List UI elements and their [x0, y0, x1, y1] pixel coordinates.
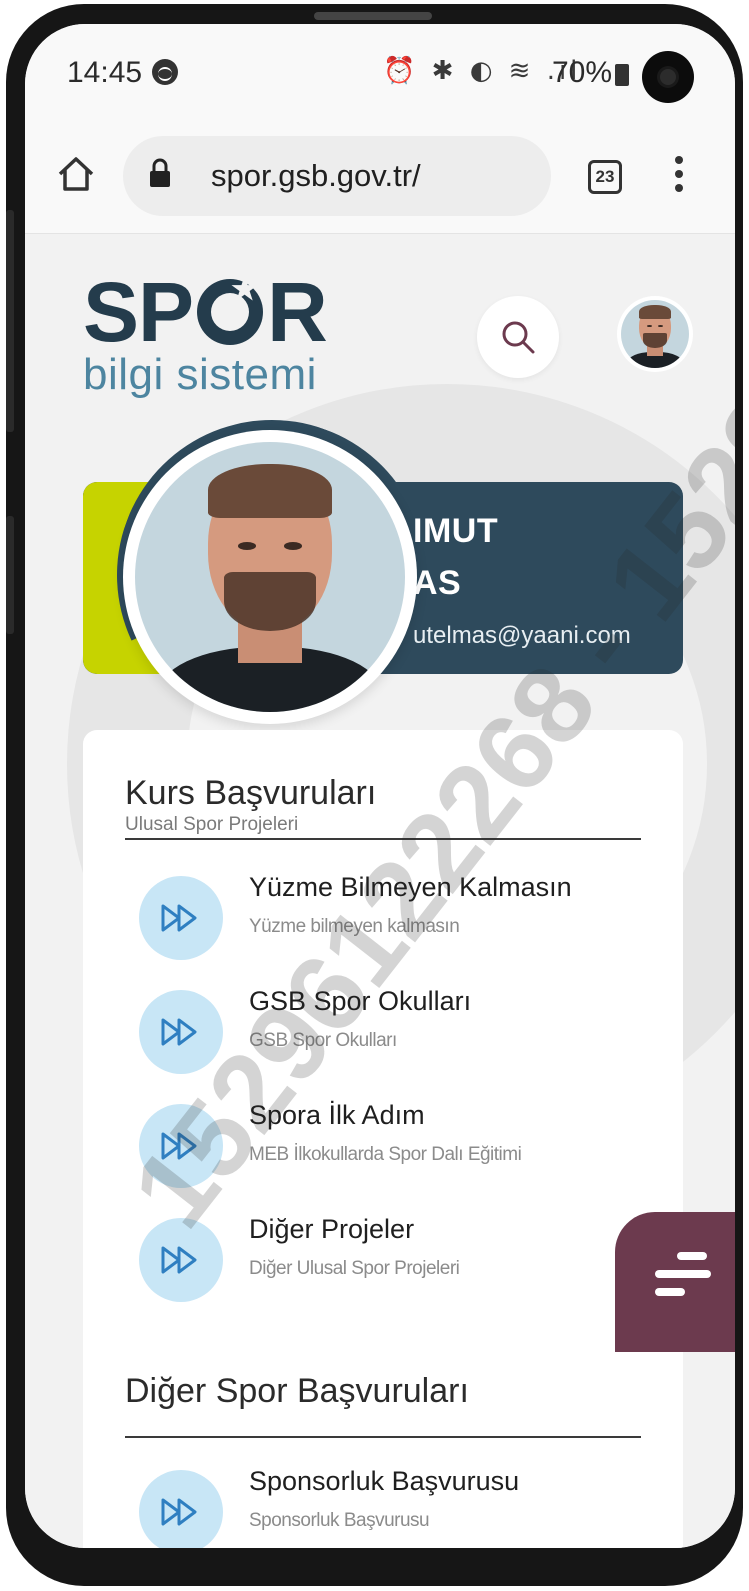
more-vert-icon[interactable] [675, 156, 685, 196]
battery-icon [615, 64, 629, 86]
section-title: Diğer Spor Başvuruları [125, 1372, 469, 1410]
avatar-photo [621, 300, 689, 368]
list-item-description: Yüzme bilmeyen kalmasın [249, 916, 460, 937]
logo[interactable]: SPR [83, 270, 328, 354]
camera-cutout [642, 51, 694, 103]
profile-photo[interactable] [123, 430, 417, 724]
section-subtitle: Ulusal Spor Projeleri [125, 814, 299, 835]
applications-panel: Kurs Başvuruları Ulusal Spor Projeleri Y… [83, 730, 683, 1548]
phone-side-button [6, 210, 14, 432]
browser-toolbar: spor.gsb.gov.tr/ 23 [25, 122, 735, 234]
list-item[interactable]: GSB Spor Okulları GSB Spor Okulları [139, 986, 659, 1078]
fast-forward-icon [139, 1470, 223, 1548]
fast-forward-icon [139, 876, 223, 960]
fast-forward-icon [139, 1104, 223, 1188]
fast-forward-icon [139, 1218, 223, 1302]
list-item[interactable]: Yüzme Bilmeyen Kalmasın Yüzme bilmeyen k… [139, 872, 659, 964]
logo-text-left: SP [83, 265, 194, 359]
status-time: 14:45 [67, 56, 143, 89]
list-item-description: Sponsorluk Başvurusu [249, 1510, 430, 1531]
section-divider [125, 838, 641, 840]
screen: 14:45 ⏰ ✱ ◐ ≋ .ıl 70% spor.gsb.gov.tr/ 2… [25, 24, 735, 1548]
search-button[interactable] [477, 296, 559, 378]
list-item[interactable]: Spora İlk Adım MEB İlkokullarda Spor Dal… [139, 1100, 659, 1192]
section-title: Kurs Başvuruları [125, 774, 377, 812]
menu-lines-icon [655, 1288, 685, 1296]
list-item-description: Diğer Ulusal Spor Projeleri [249, 1258, 460, 1279]
profile-name: IMUT [413, 512, 499, 550]
phone-side-button [6, 516, 14, 634]
list-item-description: GSB Spor Okulları [249, 1030, 397, 1051]
status-bar: 14:45 ⏰ ✱ ◐ ≋ .ıl 70% [25, 24, 735, 122]
menu-lines-icon [655, 1270, 711, 1278]
search-icon [502, 321, 535, 354]
list-item-title: Sponsorluk Başvurusu [249, 1466, 520, 1496]
list-item-title: Spora İlk Adım [249, 1100, 425, 1130]
menu-lines-icon [677, 1252, 707, 1260]
logo-subtitle: bilgi sistemi [83, 350, 317, 399]
profile-photo-image [135, 442, 405, 712]
home-icon[interactable] [57, 156, 95, 192]
list-item[interactable]: Sponsorluk Başvurusu Sponsorluk Başvurus… [139, 1466, 659, 1548]
section-divider [125, 1436, 641, 1438]
avatar[interactable] [617, 296, 693, 372]
menu-button[interactable] [615, 1212, 735, 1352]
address-bar[interactable]: spor.gsb.gov.tr/ [123, 136, 551, 216]
url-text[interactable]: spor.gsb.gov.tr/ [211, 158, 421, 194]
logo-text-right: R [267, 265, 328, 359]
list-item-title: Yüzme Bilmeyen Kalmasın [249, 872, 572, 902]
tabs-icon[interactable]: 23 [588, 160, 622, 194]
spotify-icon [152, 59, 178, 85]
profile-email: utelmas@yaani.com [413, 622, 631, 649]
phone-frame: 14:45 ⏰ ✱ ◐ ≋ .ıl 70% spor.gsb.gov.tr/ 2… [6, 4, 743, 1586]
list-item-title: Diğer Projeler [249, 1214, 415, 1244]
battery-percent: 70% [552, 56, 613, 89]
logo-ball-icon [197, 275, 264, 345]
lock-icon [150, 158, 170, 187]
fast-forward-icon [139, 990, 223, 1074]
list-item[interactable]: Diğer Projeler Diğer Ulusal Spor Projele… [139, 1214, 659, 1306]
list-item-description: MEB İlkokullarda Spor Dalı Eğitimi [249, 1144, 522, 1165]
list-item-title: GSB Spor Okulları [249, 986, 472, 1016]
